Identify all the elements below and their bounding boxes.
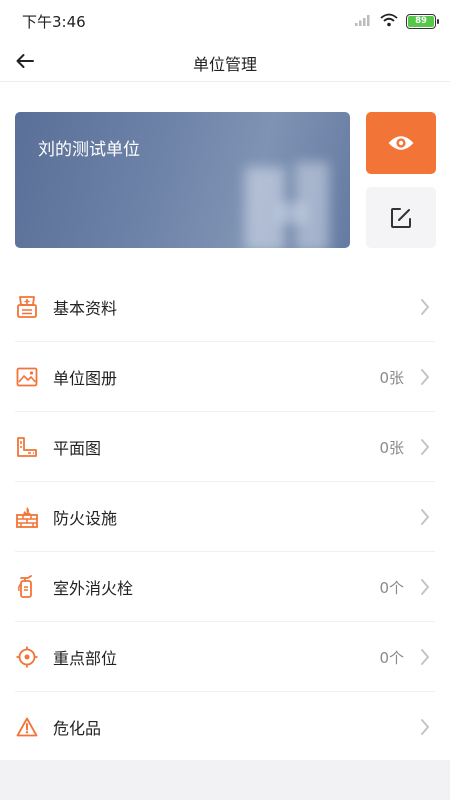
menu-item-value: 0张 [379, 368, 404, 387]
battery-icon: 89 [406, 13, 439, 29]
unit-name: 刘的测试单位 [38, 140, 140, 160]
menu-item-floor-plan[interactable]: 平面图 0张 [0, 412, 450, 482]
status-icons: 89 [354, 12, 439, 31]
menu-item-value: 0个 [379, 578, 404, 597]
firewall-icon [15, 505, 39, 529]
nav-bar: 单位管理 [0, 40, 450, 82]
status-time: 下午3:46 [22, 13, 86, 31]
signal-icon [354, 12, 372, 31]
menu-item-outdoor-hydrant[interactable]: 室外消火栓 0个 [0, 552, 450, 622]
view-button[interactable] [366, 112, 436, 174]
chevron-right-icon [418, 367, 432, 387]
wifi-icon [380, 12, 398, 31]
menu-list: 基本资料 单位图册 0张 平面图 0张 防火设施 室外消火栓 0个 重点部位 0… [0, 272, 450, 762]
menu-item-unit-album[interactable]: 单位图册 0张 [0, 342, 450, 412]
menu-item-label: 室外消火栓 [53, 579, 134, 598]
card-decoration [277, 202, 307, 224]
target-location-icon [15, 645, 39, 669]
image-album-icon [15, 365, 39, 389]
fire-extinguisher-icon [15, 575, 39, 599]
status-bar: 下午3:46 89 [0, 0, 450, 40]
menu-item-label: 防火设施 [53, 509, 118, 528]
edit-icon [391, 207, 411, 228]
menu-item-label: 基本资料 [53, 299, 118, 318]
eye-icon [388, 136, 414, 150]
menu-item-key-areas[interactable]: 重点部位 0个 [0, 622, 450, 692]
battery-level: 89 [408, 15, 434, 27]
warning-triangle-icon [15, 715, 39, 739]
chevron-right-icon [418, 507, 432, 527]
menu-item-fire-facilities[interactable]: 防火设施 [0, 482, 450, 552]
menu-item-label: 平面图 [53, 439, 102, 458]
chevron-right-icon [418, 437, 432, 457]
menu-item-label: 重点部位 [53, 649, 118, 668]
menu-item-value: 0张 [379, 438, 404, 457]
edit-button[interactable] [366, 187, 436, 248]
bottom-spacer [0, 760, 450, 800]
chevron-right-icon [418, 647, 432, 667]
page-title: 单位管理 [192, 55, 257, 74]
floor-plan-icon [15, 435, 39, 459]
menu-item-hazardous-chemicals[interactable]: 危化品 [0, 692, 450, 762]
menu-item-basic-info[interactable]: 基本资料 [0, 272, 450, 342]
unit-card[interactable]: 刘的测试单位 [15, 112, 350, 248]
profile-doc-icon [15, 295, 39, 319]
chevron-right-icon [418, 577, 432, 597]
chevron-right-icon [418, 717, 432, 737]
menu-item-label: 危化品 [53, 719, 102, 738]
menu-item-value: 0个 [379, 648, 404, 667]
chevron-right-icon [418, 297, 432, 317]
menu-item-label: 单位图册 [53, 369, 118, 388]
